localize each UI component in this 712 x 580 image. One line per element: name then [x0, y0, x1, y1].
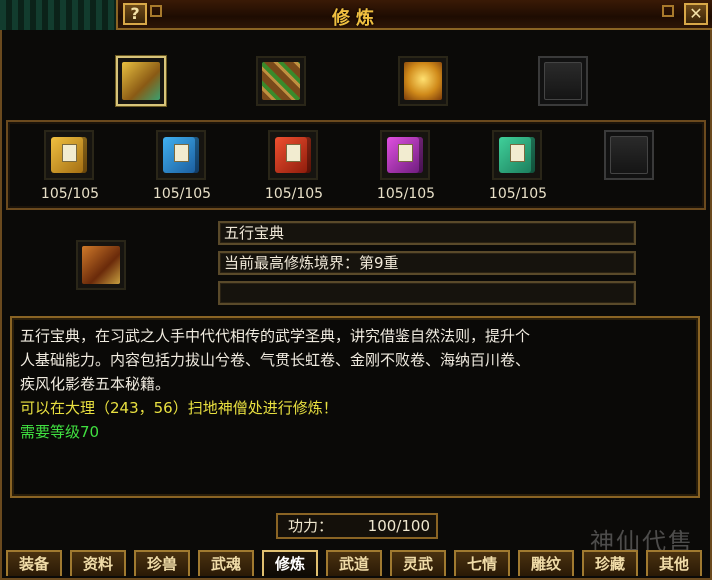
blue-book-count: 105/105	[152, 186, 212, 202]
close-button[interactable]: ✕	[684, 3, 708, 25]
description-panel: 五行宝典，在习武之人手中代代相传的武学圣典，讲究借鉴自然法则，提升个 人基础能力…	[10, 316, 700, 498]
tab-cultivation[interactable]: 修炼	[262, 550, 318, 576]
slot-yellow-book[interactable]	[44, 130, 94, 180]
level-requirement: 需要等级70	[20, 423, 100, 441]
tab-profile[interactable]: 资料	[70, 550, 126, 576]
tab-martial-way[interactable]: 武道	[326, 550, 382, 576]
book-stack-icon	[122, 62, 160, 100]
item-name-field: 五行宝典	[218, 221, 636, 245]
slot-empty-book[interactable]	[604, 130, 654, 180]
description-line: 人基础能力。内容包括力拔山兮卷、气贯长虹卷、金刚不败卷、海纳百川卷、	[20, 351, 531, 369]
tab-equipment[interactable]: 装备	[6, 550, 62, 576]
golden-chest-icon	[404, 62, 442, 100]
slot-red-book[interactable]	[268, 130, 318, 180]
description-line: 疾风化影卷五本秘籍。	[20, 375, 171, 393]
tab-pets[interactable]: 珍兽	[134, 550, 190, 576]
slot-scroll-bundle[interactable]	[256, 56, 306, 106]
tab-bar: 装备 资料 珍兽 武魂 修炼 武道 灵武 七情 雕纹 珍藏 其他	[6, 548, 712, 578]
tab-martial-soul[interactable]: 武魂	[198, 550, 254, 576]
selected-item-slot[interactable]	[76, 240, 126, 290]
item-extra-field	[218, 281, 636, 305]
slot-purple-book[interactable]	[380, 130, 430, 180]
blue-book-icon	[163, 137, 199, 173]
power-display: 功力： 100/100	[276, 513, 438, 539]
green-book-count: 105/105	[488, 186, 548, 202]
tab-seven-emotions[interactable]: 七情	[454, 550, 510, 576]
slot-green-book[interactable]	[492, 130, 542, 180]
empty-slot-icon	[610, 136, 648, 174]
item-realm-field: 当前最高修炼境界：第9重	[218, 251, 636, 275]
description-line: 五行宝典，在习武之人手中代代相传的武学圣典，讲究借鉴自然法则，提升个	[20, 327, 531, 345]
tab-collection[interactable]: 珍藏	[582, 550, 638, 576]
window-title: 修炼	[332, 8, 380, 29]
slot-golden-book-stack[interactable]	[116, 56, 166, 106]
empty-slot-icon	[544, 62, 582, 100]
purple-book-icon	[387, 137, 423, 173]
red-book-count: 105/105	[264, 186, 324, 202]
power-value: 100/100	[367, 517, 430, 535]
tab-other[interactable]: 其他	[646, 550, 702, 576]
slot-empty-top[interactable]	[538, 56, 588, 106]
green-book-icon	[499, 137, 535, 173]
slot-blue-book[interactable]	[156, 130, 206, 180]
purple-book-count: 105/105	[376, 186, 436, 202]
scroll-bundle-icon	[262, 62, 300, 100]
tab-spirit-weapon[interactable]: 灵武	[390, 550, 446, 576]
title-ornament-right	[662, 5, 674, 17]
tab-engraving[interactable]: 雕纹	[518, 550, 574, 576]
yellow-book-count: 105/105	[40, 186, 100, 202]
yellow-book-icon	[51, 137, 87, 173]
red-book-icon	[275, 137, 311, 173]
slot-golden-chest[interactable]	[398, 56, 448, 106]
power-label: 功力：	[288, 517, 334, 535]
book-panel	[6, 120, 706, 210]
training-location: 可以在大理（243，56）扫地神僧处进行修炼！	[20, 399, 338, 417]
title-bar: ? 修炼 ✕	[0, 0, 712, 30]
wuxing-book-icon	[82, 246, 120, 284]
